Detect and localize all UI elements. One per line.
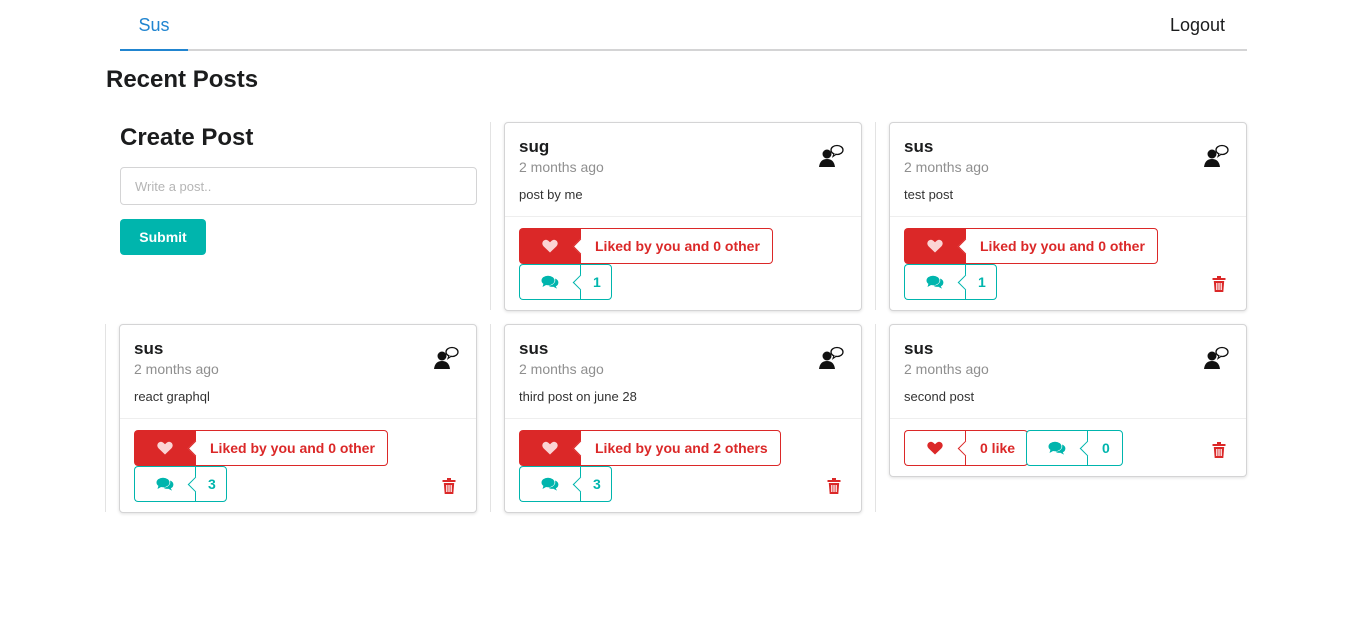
like-button-icon-area[interactable] bbox=[904, 430, 965, 466]
comment-button[interactable]: 1 bbox=[519, 264, 612, 300]
post-card-content: sus 2 months ago test post bbox=[890, 123, 1246, 217]
like-button[interactable]: Liked by you and 0 other bbox=[134, 430, 388, 466]
post-body: react graphql bbox=[134, 389, 210, 404]
post-card-actions: Liked by you and 0 other 3 bbox=[120, 419, 476, 512]
comment-button[interactable]: 1 bbox=[904, 264, 997, 300]
comment-button-icon-area[interactable] bbox=[519, 264, 580, 300]
page-title: Recent Posts bbox=[106, 66, 259, 93]
post-author: sus bbox=[904, 339, 934, 358]
comment-button-icon-area[interactable] bbox=[519, 466, 580, 502]
like-count-label[interactable]: 0 like bbox=[965, 430, 1029, 466]
user-comment-icon bbox=[1204, 144, 1229, 167]
post-card-actions: 0 like 0 bbox=[890, 419, 1246, 476]
trash-icon[interactable] bbox=[1212, 276, 1226, 292]
heart-icon bbox=[926, 239, 943, 253]
comments-icon bbox=[541, 275, 559, 289]
comment-button[interactable]: 0 bbox=[1026, 430, 1123, 466]
comment-button-icon-area[interactable] bbox=[904, 264, 965, 300]
trash-icon[interactable] bbox=[442, 478, 456, 494]
user-comment-icon bbox=[434, 346, 459, 369]
heart-icon bbox=[541, 239, 558, 253]
submit-button[interactable]: Submit bbox=[120, 219, 206, 255]
like-button[interactable]: Liked by you and 2 others bbox=[519, 430, 781, 466]
heart-icon bbox=[541, 441, 558, 455]
comments-icon bbox=[926, 275, 944, 289]
post-author: sus bbox=[134, 339, 164, 358]
post-card-actions: Liked by you and 0 other 1 bbox=[505, 217, 861, 310]
like-button[interactable]: Liked by you and 0 other bbox=[519, 228, 773, 264]
trash-icon[interactable] bbox=[1212, 442, 1226, 458]
post-time[interactable]: 2 months ago bbox=[904, 159, 1232, 175]
column-divider bbox=[875, 122, 876, 310]
post-body: post by me bbox=[519, 187, 583, 202]
post-body: third post on june 28 bbox=[519, 389, 637, 404]
column-divider bbox=[490, 324, 491, 512]
post-time[interactable]: 2 months ago bbox=[134, 361, 462, 377]
post-body: test post bbox=[904, 187, 954, 202]
post-card: sug 2 months ago post by me Liked by you… bbox=[504, 122, 862, 311]
like-button-icon-area[interactable] bbox=[519, 430, 580, 466]
comment-button-icon-area[interactable] bbox=[134, 466, 195, 502]
create-post-title: Create Post bbox=[120, 124, 254, 151]
comment-count-label[interactable]: 1 bbox=[965, 264, 997, 300]
post-card-content: sus 2 months ago second post bbox=[890, 325, 1246, 419]
comment-count-label[interactable]: 1 bbox=[580, 264, 612, 300]
comment-button[interactable]: 3 bbox=[134, 466, 227, 502]
like-count-label[interactable]: Liked by you and 2 others bbox=[580, 430, 781, 466]
like-button-icon-area[interactable] bbox=[134, 430, 195, 466]
comment-count-label[interactable]: 3 bbox=[195, 466, 227, 502]
comments-icon bbox=[541, 477, 559, 491]
like-count-label[interactable]: Liked by you and 0 other bbox=[580, 228, 773, 264]
comment-count-label[interactable]: 0 bbox=[1087, 430, 1123, 466]
post-card-actions: Liked by you and 2 others 3 bbox=[505, 419, 861, 512]
post-author: sug bbox=[519, 137, 550, 156]
nav-logout-item[interactable]: Logout bbox=[1170, 0, 1225, 51]
post-card-actions: Liked by you and 0 other 1 bbox=[890, 217, 1246, 310]
like-count-label[interactable]: Liked by you and 0 other bbox=[195, 430, 388, 466]
column-divider bbox=[875, 324, 876, 512]
top-menu: Sus Logout bbox=[120, 0, 1247, 51]
comment-count-label[interactable]: 3 bbox=[580, 466, 612, 502]
trash-icon[interactable] bbox=[827, 478, 841, 494]
post-input[interactable] bbox=[120, 167, 477, 205]
nav-home-item[interactable]: Sus bbox=[120, 0, 188, 51]
post-time[interactable]: 2 months ago bbox=[519, 159, 847, 175]
post-card: sus 2 months ago second post 0 like 0 bbox=[889, 324, 1247, 477]
comment-button[interactable]: 3 bbox=[519, 466, 612, 502]
column-divider bbox=[490, 122, 491, 310]
like-count-label[interactable]: Liked by you and 0 other bbox=[965, 228, 1158, 264]
user-comment-icon bbox=[819, 144, 844, 167]
post-author: sus bbox=[904, 137, 934, 156]
comments-icon bbox=[156, 477, 174, 491]
post-time[interactable]: 2 months ago bbox=[519, 361, 847, 377]
heart-icon bbox=[156, 441, 173, 455]
post-time[interactable]: 2 months ago bbox=[904, 361, 1232, 377]
post-author: sus bbox=[519, 339, 549, 358]
post-card: sus 2 months ago third post on june 28 L… bbox=[504, 324, 862, 513]
post-card: sus 2 months ago react graphql Liked by … bbox=[119, 324, 477, 513]
post-card-content: sus 2 months ago react graphql bbox=[120, 325, 476, 419]
column-divider bbox=[105, 324, 106, 512]
comments-icon bbox=[1048, 441, 1066, 455]
like-button-icon-area[interactable] bbox=[519, 228, 580, 264]
like-button[interactable]: 0 like bbox=[904, 430, 1029, 466]
heart-icon bbox=[927, 441, 943, 455]
post-card: sus 2 months ago test post Liked by you … bbox=[889, 122, 1247, 311]
like-button[interactable]: Liked by you and 0 other bbox=[904, 228, 1158, 264]
like-button-icon-area[interactable] bbox=[904, 228, 965, 264]
post-card-content: sus 2 months ago third post on june 28 bbox=[505, 325, 861, 419]
comment-button-icon-area[interactable] bbox=[1026, 430, 1087, 466]
user-comment-icon bbox=[1204, 346, 1229, 369]
post-card-content: sug 2 months ago post by me bbox=[505, 123, 861, 217]
user-comment-icon bbox=[819, 346, 844, 369]
post-body: second post bbox=[904, 389, 975, 404]
